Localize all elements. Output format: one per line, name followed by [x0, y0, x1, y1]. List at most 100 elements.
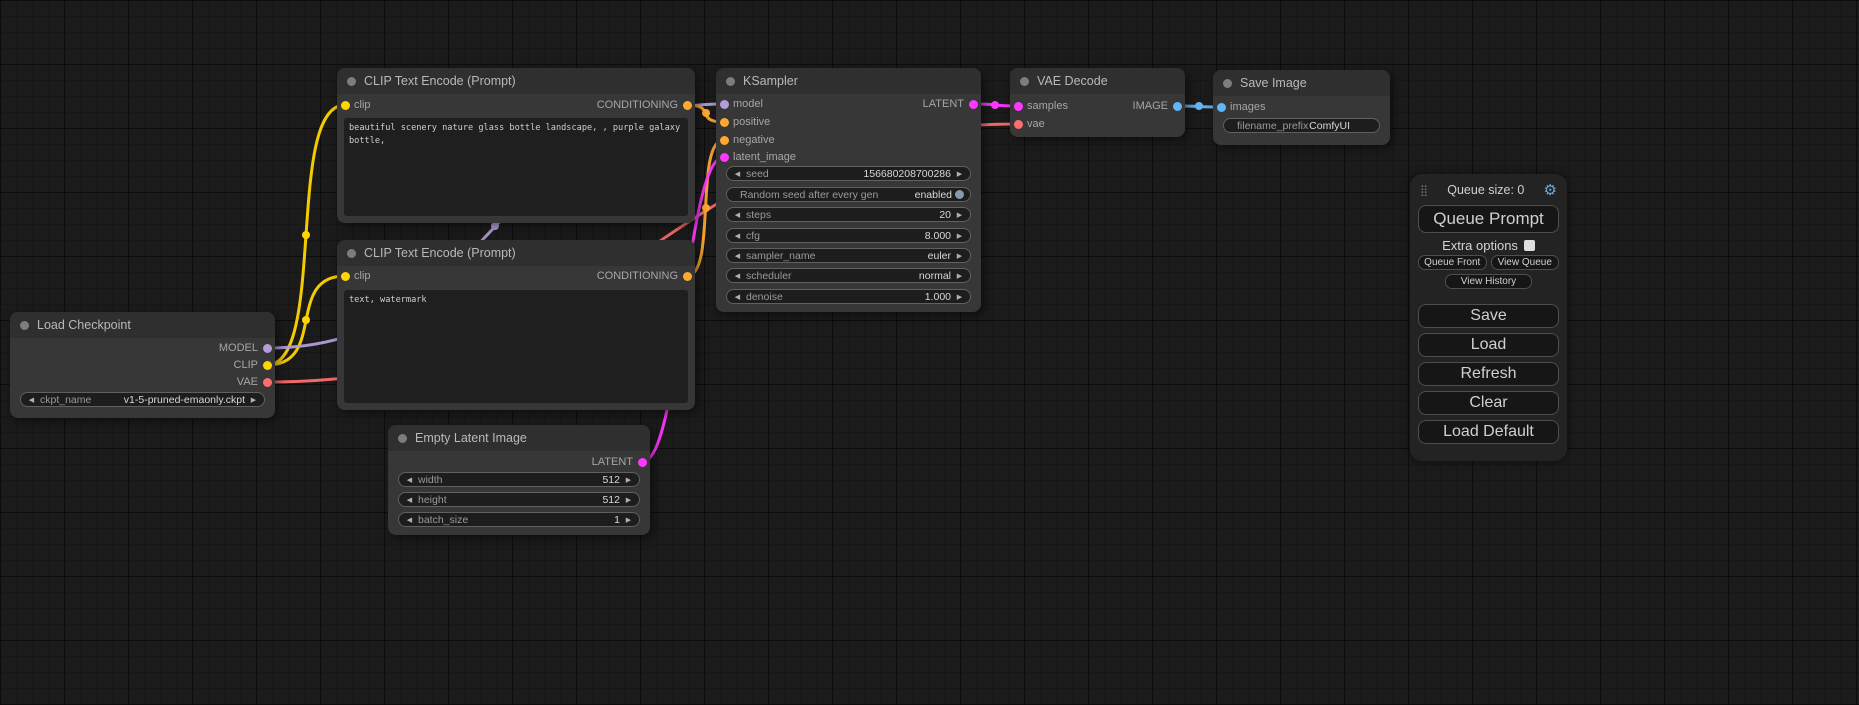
next-arrow-icon[interactable]: ▶	[248, 396, 259, 404]
decrease-arrow-icon[interactable]: ◀	[732, 232, 743, 240]
view-history-button[interactable]: View History	[1445, 274, 1532, 289]
node-empty-latent-image[interactable]: Empty Latent Image LATENT ◀ width 512 ▶ …	[388, 425, 650, 535]
collapse-dot-icon[interactable]	[726, 77, 735, 86]
next-arrow-icon[interactable]: ▶	[954, 272, 965, 280]
positive-input-port[interactable]	[720, 118, 729, 127]
random-seed-toggle[interactable]: Random seed after every gen enabled	[726, 187, 971, 202]
node-title-bar[interactable]: CLIP Text Encode (Prompt)	[337, 68, 695, 94]
extra-options-checkbox[interactable]	[1524, 240, 1535, 251]
clip-input-port[interactable]	[341, 272, 350, 281]
decrease-arrow-icon[interactable]: ◀	[404, 496, 415, 504]
increase-arrow-icon[interactable]: ▶	[623, 496, 634, 504]
model-output-port[interactable]	[263, 344, 272, 353]
queue-prompt-button[interactable]: Queue Prompt	[1418, 205, 1559, 233]
clip-output-port[interactable]	[263, 361, 272, 370]
seed-widget[interactable]: ◀ seed 156680208700286 ▶	[726, 166, 971, 181]
node-title-bar[interactable]: KSampler	[716, 68, 981, 94]
collapse-dot-icon[interactable]	[347, 77, 356, 86]
model-input-port[interactable]	[720, 100, 729, 109]
ckpt-name-widget[interactable]: ◀ ckpt_name v1-5-pruned-emaonly.ckpt ▶	[20, 392, 265, 407]
clip-input-port[interactable]	[341, 101, 350, 110]
vae-output-port[interactable]	[263, 378, 272, 387]
increase-arrow-icon[interactable]: ▶	[954, 170, 965, 178]
next-arrow-icon[interactable]: ▶	[954, 252, 965, 260]
node-title-bar[interactable]: Empty Latent Image	[388, 425, 650, 451]
node-title: KSampler	[743, 74, 798, 88]
decrease-arrow-icon[interactable]: ◀	[404, 476, 415, 484]
decrease-arrow-icon[interactable]: ◀	[732, 293, 743, 301]
save-button[interactable]: Save	[1418, 304, 1559, 328]
widget-label: height	[415, 494, 447, 506]
increase-arrow-icon[interactable]: ▶	[954, 211, 965, 219]
conditioning-output-row: CONDITIONING	[597, 96, 695, 114]
previous-arrow-icon[interactable]: ◀	[26, 396, 37, 404]
port-label: clip	[354, 270, 371, 282]
view-queue-button[interactable]: View Queue	[1491, 255, 1560, 270]
node-clip-text-encode-positive[interactable]: CLIP Text Encode (Prompt) clip CONDITION…	[337, 68, 695, 223]
height-widget[interactable]: ◀ height 512 ▶	[398, 492, 640, 507]
refresh-button[interactable]: Refresh	[1418, 362, 1559, 386]
batch-size-widget[interactable]: ◀ batch_size 1 ▶	[398, 512, 640, 527]
node-title-bar[interactable]: VAE Decode	[1010, 68, 1185, 94]
latent-image-input-port[interactable]	[720, 153, 729, 162]
widget-value: euler	[815, 250, 954, 262]
cfg-widget[interactable]: ◀ cfg 8.000 ▶	[726, 228, 971, 243]
images-input-port[interactable]	[1217, 103, 1226, 112]
decrease-arrow-icon[interactable]: ◀	[404, 516, 415, 524]
samples-input-port[interactable]	[1014, 102, 1023, 111]
collapse-dot-icon[interactable]	[398, 434, 407, 443]
wire-midpoint-dot	[302, 316, 310, 324]
load-default-button[interactable]: Load Default	[1418, 420, 1559, 444]
image-output-port[interactable]	[1173, 102, 1182, 111]
collapse-dot-icon[interactable]	[1223, 79, 1232, 88]
clip-output-row: CLIP	[234, 356, 275, 374]
node-vae-decode[interactable]: VAE Decode samples IMAGE vae	[1010, 68, 1185, 137]
scheduler-widget[interactable]: ◀ scheduler normal ▶	[726, 268, 971, 283]
vae-input-port[interactable]	[1014, 120, 1023, 129]
increase-arrow-icon[interactable]: ▶	[954, 293, 965, 301]
collapse-dot-icon[interactable]	[1020, 77, 1029, 86]
settings-gear-icon[interactable]: ⚙	[1544, 181, 1557, 199]
denoise-widget[interactable]: ◀ denoise 1.000 ▶	[726, 289, 971, 304]
node-title-bar[interactable]: Load Checkpoint	[10, 312, 275, 338]
node-ksampler[interactable]: KSampler model LATENT positive negative …	[716, 68, 981, 312]
previous-arrow-icon[interactable]: ◀	[732, 272, 743, 280]
collapse-dot-icon[interactable]	[347, 249, 356, 258]
negative-prompt-textarea[interactable]: text, watermark	[344, 290, 688, 403]
port-label: images	[1230, 101, 1265, 113]
load-button[interactable]: Load	[1418, 333, 1559, 357]
positive-prompt-textarea[interactable]: beautiful scenery nature glass bottle la…	[344, 118, 688, 216]
latent-output-port[interactable]	[969, 100, 978, 109]
increase-arrow-icon[interactable]: ▶	[623, 476, 634, 484]
increase-arrow-icon[interactable]: ▶	[623, 516, 634, 524]
widget-label: Random seed after every gen	[732, 189, 878, 201]
filename-prefix-widget[interactable]: filename_prefix ComfyUI	[1223, 118, 1380, 133]
node-title-bar[interactable]: CLIP Text Encode (Prompt)	[337, 240, 695, 266]
node-clip-text-encode-negative[interactable]: CLIP Text Encode (Prompt) clip CONDITION…	[337, 240, 695, 410]
negative-input-port[interactable]	[720, 136, 729, 145]
collapse-dot-icon[interactable]	[20, 321, 29, 330]
steps-widget[interactable]: ◀ steps 20 ▶	[726, 207, 971, 222]
port-label: negative	[733, 134, 775, 146]
node-title-bar[interactable]: Save Image	[1213, 70, 1390, 96]
node-save-image[interactable]: Save Image images filename_prefix ComfyU…	[1213, 70, 1390, 145]
port-label: LATENT	[923, 98, 964, 110]
clear-button[interactable]: Clear	[1418, 391, 1559, 415]
graph-canvas[interactable]: Load Checkpoint MODEL CLIP VAE ◀ ckpt_na…	[0, 0, 1859, 705]
queue-front-button[interactable]: Queue Front	[1418, 255, 1487, 270]
width-widget[interactable]: ◀ width 512 ▶	[398, 472, 640, 487]
sampler-name-widget[interactable]: ◀ sampler_name euler ▶	[726, 248, 971, 263]
latent-output-port[interactable]	[638, 458, 647, 467]
increase-arrow-icon[interactable]: ▶	[954, 232, 965, 240]
port-label: CONDITIONING	[597, 270, 678, 282]
port-label: model	[733, 98, 763, 110]
widget-label: width	[415, 474, 443, 486]
conditioning-output-port[interactable]	[683, 272, 692, 281]
node-load-checkpoint[interactable]: Load Checkpoint MODEL CLIP VAE ◀ ckpt_na…	[10, 312, 275, 418]
conditioning-output-port[interactable]	[683, 101, 692, 110]
decrease-arrow-icon[interactable]: ◀	[732, 170, 743, 178]
menu-drag-handle-icon[interactable]: ⣿	[1420, 184, 1428, 197]
decrease-arrow-icon[interactable]: ◀	[732, 211, 743, 219]
previous-arrow-icon[interactable]: ◀	[732, 252, 743, 260]
port-label: latent_image	[733, 151, 796, 163]
